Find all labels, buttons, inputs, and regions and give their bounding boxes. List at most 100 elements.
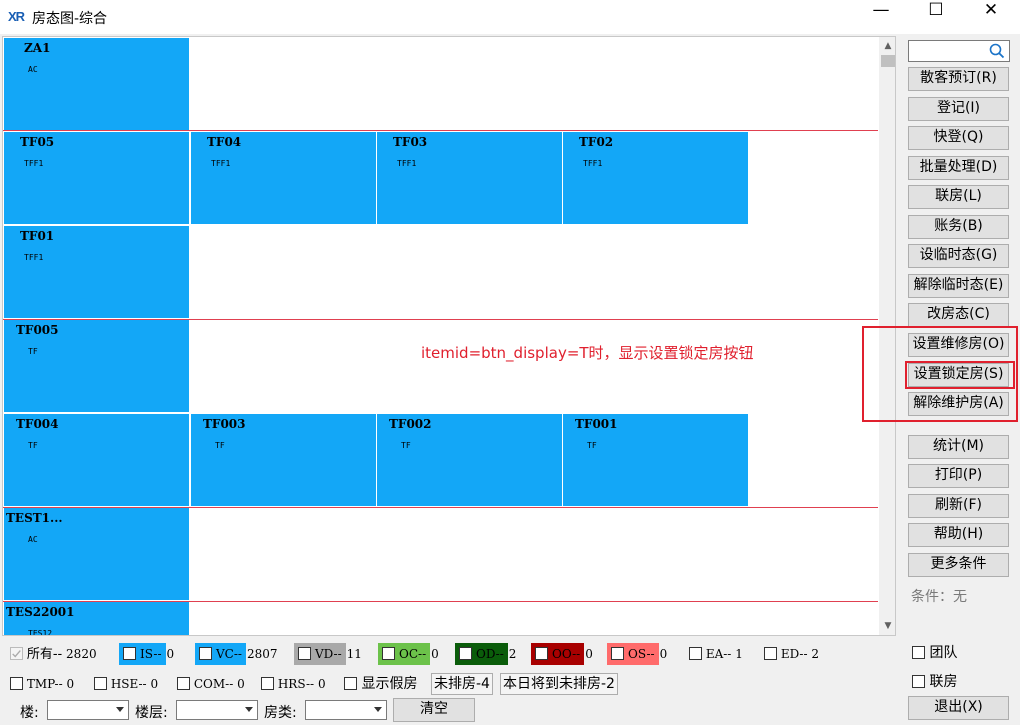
search-icon[interactable] bbox=[988, 42, 1006, 60]
legend-all[interactable]: 所有-- 2820 bbox=[10, 643, 97, 665]
exit-button[interactable]: 退出(X) bbox=[908, 696, 1009, 720]
checkbox-icon[interactable] bbox=[123, 647, 136, 660]
more-conditions-button[interactable]: 更多条件 bbox=[908, 553, 1009, 577]
room-search-box[interactable] bbox=[908, 40, 1010, 62]
room-number: TF01 bbox=[20, 229, 55, 243]
help-button[interactable]: 帮助(H) bbox=[908, 523, 1009, 547]
batch-process-button[interactable]: 批量处理(D) bbox=[908, 156, 1009, 180]
checkbox-icon[interactable] bbox=[912, 646, 925, 659]
room-type: AC bbox=[28, 535, 38, 544]
set-temp-status-button[interactable]: 设临时态(G) bbox=[908, 244, 1009, 268]
close-button[interactable]: ✕ bbox=[968, 0, 1014, 34]
room-tile[interactable]: TF02 TFF1 bbox=[563, 132, 748, 224]
legend-row-extra: TMP-- 0 HSE-- 0 COM-- 0 HRS-- 0 显示假房 未排房… bbox=[0, 673, 900, 699]
room-tile[interactable]: TEST1... AC bbox=[4, 508, 189, 600]
walkin-reserve-button[interactable]: 散客预订(R) bbox=[908, 67, 1009, 91]
checkbox-icon[interactable] bbox=[459, 647, 472, 660]
checkbox-icon[interactable] bbox=[535, 647, 548, 660]
legend-hse[interactable]: HSE-- 0 bbox=[94, 673, 158, 695]
change-room-status-button[interactable]: 改房态(C) bbox=[908, 303, 1009, 327]
chevron-down-icon[interactable] bbox=[116, 707, 124, 712]
legend-os[interactable]: OS-- 0 bbox=[607, 643, 667, 665]
legend-oc[interactable]: OC-- 0 bbox=[378, 643, 439, 665]
show-fake-room-checkbox[interactable]: 显示假房 bbox=[344, 673, 417, 695]
today-arrival-unassigned-button[interactable]: 本日将到未排房-2 bbox=[500, 673, 618, 695]
checkbox-icon[interactable] bbox=[689, 647, 702, 660]
room-tile[interactable]: TF003 TF bbox=[191, 414, 376, 506]
room-tile[interactable]: TF002 TF bbox=[377, 414, 562, 506]
checkbox-icon[interactable] bbox=[10, 677, 23, 690]
room-status-window: XR 房态图-综合 — ☐ ✕ ZA1 AC TF05 TFF1 TF04 TF… bbox=[0, 0, 1020, 725]
annotation-text: itemid=btn_display=T时，显示设置锁定房按钮 bbox=[421, 344, 754, 362]
window-title: 房态图-综合 bbox=[32, 11, 108, 27]
checkbox-icon[interactable] bbox=[298, 647, 311, 660]
room-tile[interactable]: TF004 TF bbox=[4, 414, 189, 506]
link-room-button[interactable]: 联房(L) bbox=[908, 185, 1009, 209]
release-temp-status-button[interactable]: 解除临时态(E) bbox=[908, 274, 1009, 298]
legend-tmp[interactable]: TMP-- 0 bbox=[10, 673, 74, 695]
checkbox-icon[interactable] bbox=[912, 675, 925, 688]
room-number: TEST1... bbox=[6, 511, 63, 525]
legend-ed[interactable]: ED-- 2 bbox=[764, 643, 819, 665]
clear-filters-button[interactable]: 清空 bbox=[393, 698, 475, 722]
legend-com[interactable]: COM-- 0 bbox=[177, 673, 245, 695]
room-map-area: ZA1 AC TF05 TFF1 TF04 TFF1 TF03 TFF1 TF0… bbox=[2, 36, 896, 636]
room-tile[interactable]: TF01 TFF1 bbox=[4, 226, 189, 318]
minimize-button[interactable]: — bbox=[858, 0, 904, 34]
building-select[interactable] bbox=[47, 700, 129, 720]
legend-oo[interactable]: OO-- 0 bbox=[531, 643, 593, 665]
room-number: TF03 bbox=[393, 135, 428, 149]
room-number: TF02 bbox=[579, 135, 614, 149]
linked-room-checkbox[interactable]: 联房 bbox=[912, 671, 957, 691]
room-tile[interactable]: TF005 TF bbox=[4, 320, 189, 412]
room-type: TF bbox=[587, 441, 597, 450]
statistics-button[interactable]: 统计(M) bbox=[908, 435, 1009, 459]
floor-select[interactable] bbox=[176, 700, 258, 720]
room-number: TF05 bbox=[20, 135, 55, 149]
maximize-button[interactable]: ☐ bbox=[913, 0, 959, 34]
title-bar: XR 房态图-综合 — ☐ ✕ bbox=[0, 0, 1020, 34]
room-type: AC bbox=[28, 65, 38, 74]
checkbox-icon[interactable] bbox=[177, 677, 190, 690]
scroll-up-icon[interactable]: ▲ bbox=[879, 39, 895, 53]
legend-ea[interactable]: EA-- 1 bbox=[689, 643, 743, 665]
refresh-button[interactable]: 刷新(F) bbox=[908, 494, 1009, 518]
unassigned-room-button[interactable]: 未排房-4 bbox=[431, 673, 493, 695]
room-type: TFF1 bbox=[583, 159, 603, 168]
checkin-button[interactable]: 登记(I) bbox=[908, 97, 1009, 121]
room-number: TF004 bbox=[16, 417, 59, 431]
checkbox-icon[interactable] bbox=[611, 647, 624, 660]
legend-vc[interactable]: VC-- 2807 bbox=[195, 643, 278, 665]
scroll-down-icon[interactable]: ▼ bbox=[879, 619, 895, 633]
room-number: TF003 bbox=[203, 417, 246, 431]
room-search-input[interactable] bbox=[911, 43, 989, 59]
room-tile[interactable]: TF03 TFF1 bbox=[377, 132, 562, 224]
legend-hrs[interactable]: HRS-- 0 bbox=[261, 673, 326, 695]
legend-od[interactable]: OD-- 2 bbox=[455, 643, 516, 665]
checkbox-icon[interactable] bbox=[94, 677, 107, 690]
room-tile[interactable]: TF05 TFF1 bbox=[4, 132, 189, 224]
checkbox-icon[interactable] bbox=[199, 647, 212, 660]
chevron-down-icon[interactable] bbox=[374, 707, 382, 712]
scroll-thumb[interactable] bbox=[881, 55, 895, 67]
room-tile[interactable]: TF04 TFF1 bbox=[191, 132, 376, 224]
room-tile[interactable]: TES22001 TES12 bbox=[4, 602, 189, 635]
room-number: TF04 bbox=[207, 135, 242, 149]
room-tile[interactable]: ZA1 AC bbox=[4, 38, 189, 130]
group-label: 团队 bbox=[929, 645, 958, 661]
checkbox-icon[interactable] bbox=[382, 647, 395, 660]
legend-vd[interactable]: VD-- 11 bbox=[294, 643, 362, 665]
group-checkbox[interactable]: 团队 bbox=[912, 642, 957, 662]
checkbox-icon[interactable] bbox=[10, 647, 23, 660]
room-tile[interactable]: TF001 TF bbox=[563, 414, 748, 506]
checkbox-icon[interactable] bbox=[344, 677, 357, 690]
checkbox-icon[interactable] bbox=[764, 647, 777, 660]
room-type-select[interactable] bbox=[305, 700, 387, 720]
account-button[interactable]: 账务(B) bbox=[908, 215, 1009, 239]
legend-is[interactable]: IS-- 0 bbox=[119, 643, 174, 665]
quick-checkin-button[interactable]: 快登(Q) bbox=[908, 126, 1009, 150]
print-button[interactable]: 打印(P) bbox=[908, 464, 1009, 488]
chevron-down-icon[interactable] bbox=[245, 707, 253, 712]
checkbox-icon[interactable] bbox=[261, 677, 274, 690]
room-type-label: 房类: bbox=[264, 705, 297, 721]
